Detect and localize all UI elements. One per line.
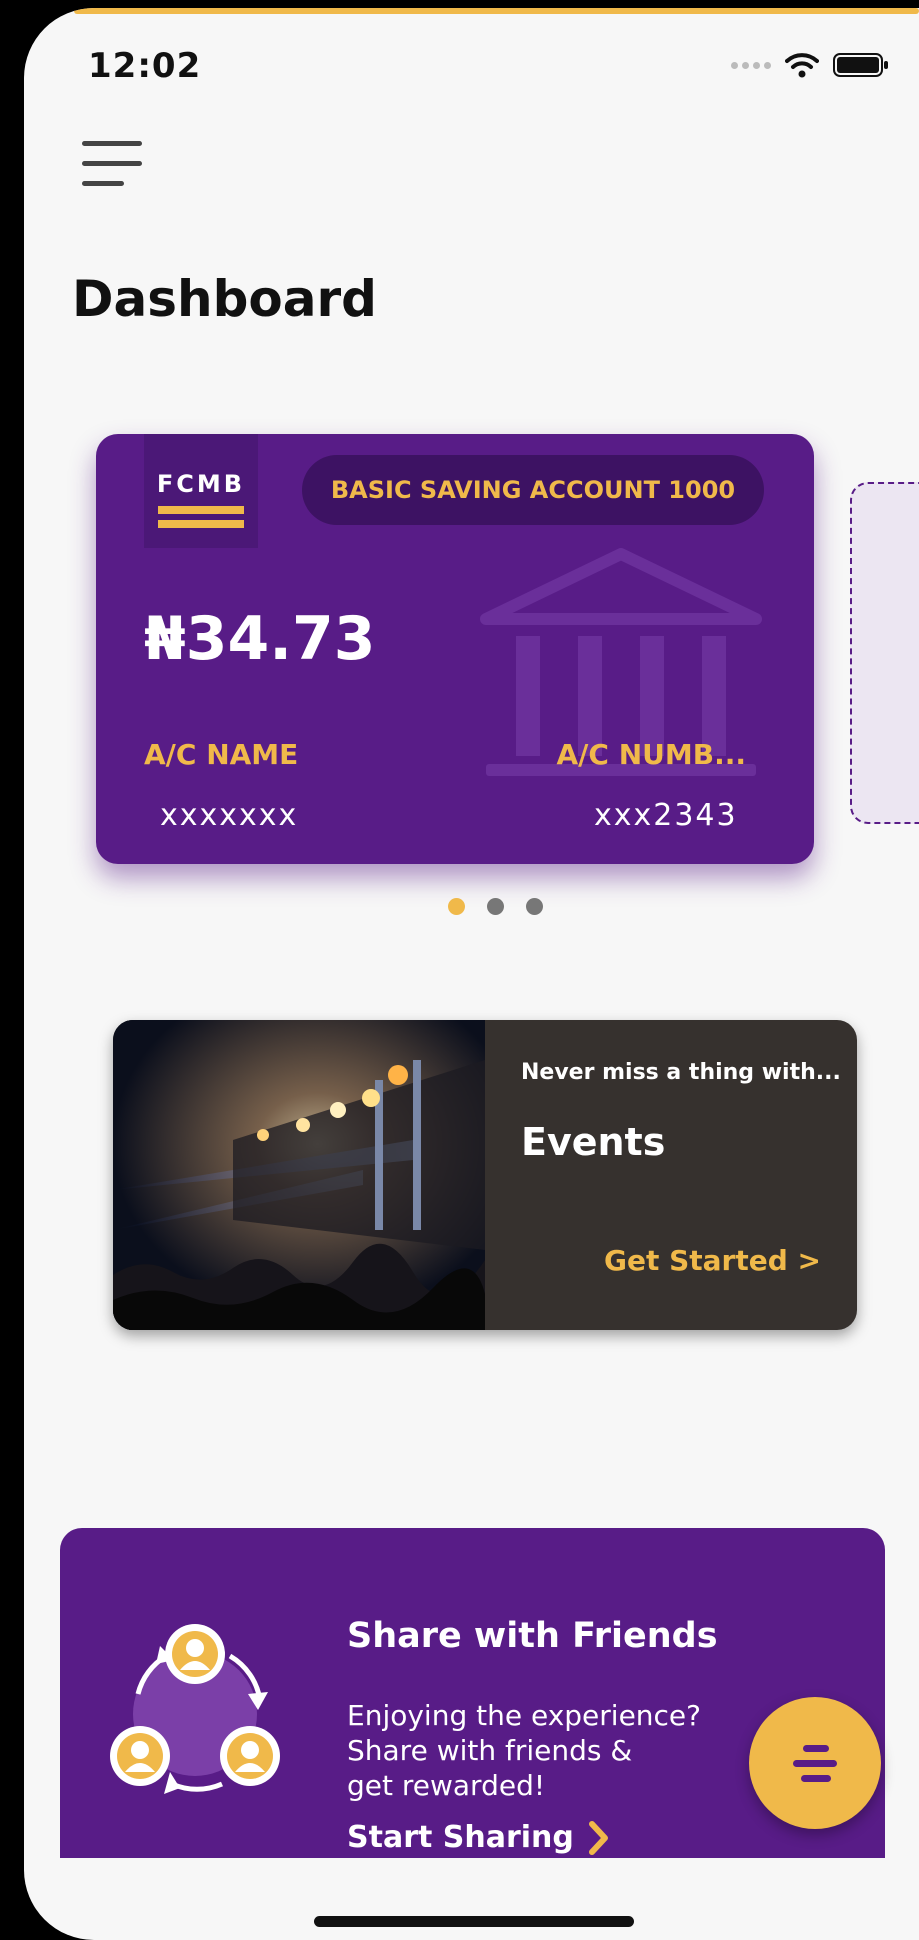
next-account-card-peek[interactable] (850, 482, 919, 824)
account-name-value: xxxxxxx (160, 798, 299, 833)
events-card[interactable]: Never miss a thing with... Events Get St… (113, 1020, 857, 1330)
concert-image (113, 1020, 485, 1330)
share-banner[interactable]: Share with Friends Enjoying the experien… (60, 1528, 885, 1858)
menu-icon (82, 141, 142, 146)
account-balance: ₦34.73 (144, 604, 376, 674)
chevron-right-icon (588, 1820, 608, 1855)
carousel-indicator (448, 898, 543, 915)
page-title: Dashboard (72, 270, 377, 328)
account-card[interactable]: FCMB BASIC SAVING ACCOUNT 1000 ₦34.73 A/… (96, 434, 814, 864)
status-icons (731, 52, 889, 78)
fab-menu-icon-line (801, 1775, 831, 1782)
account-number-label: A/C NUMB... (556, 738, 746, 771)
events-subtitle: Never miss a thing with... (521, 1060, 841, 1085)
share-description-line: get rewarded! (347, 1769, 546, 1802)
carousel-dot-active[interactable] (448, 898, 465, 915)
carousel-dot[interactable] (526, 898, 543, 915)
start-sharing-label: Start Sharing (347, 1820, 574, 1855)
phone-screen: 12:02 Dashboard FCMB BASIC SAVING ACCOUN… (24, 8, 919, 1940)
people-share-icon (110, 1624, 280, 1794)
battery-icon (833, 53, 888, 77)
fab-menu-button[interactable] (749, 1697, 881, 1829)
bank-logo-text: FCMB (156, 470, 246, 498)
signal-icon (731, 61, 771, 69)
fab-menu-icon (803, 1745, 829, 1752)
status-time: 12:02 (88, 46, 202, 86)
account-number-value: xxx2343 (594, 798, 738, 833)
share-title: Share with Friends (347, 1616, 718, 1656)
events-get-started-link[interactable]: Get Started > (604, 1244, 821, 1277)
share-description-line: Enjoying the experience? (347, 1699, 702, 1732)
share-description: Enjoying the experience? Share with frie… (347, 1698, 737, 1803)
home-indicator[interactable] (314, 1916, 634, 1927)
status-bar: 12:02 (88, 46, 889, 96)
fab-menu-icon-line (793, 1760, 837, 1767)
menu-icon-line (82, 161, 142, 166)
menu-icon-line (82, 181, 124, 186)
events-title: Events (521, 1120, 666, 1164)
wifi-icon (785, 53, 819, 78)
logo-bar (158, 506, 244, 514)
start-sharing-button[interactable]: Start Sharing (347, 1820, 610, 1855)
bank-logo: FCMB (144, 434, 258, 548)
account-name-label: A/C NAME (144, 738, 299, 771)
share-description-line: Share with friends & (347, 1734, 633, 1767)
carousel-dot[interactable] (487, 898, 504, 915)
logo-bar (158, 520, 244, 528)
menu-button[interactable] (82, 141, 144, 195)
account-type-badge: BASIC SAVING ACCOUNT 1000 (302, 455, 764, 525)
